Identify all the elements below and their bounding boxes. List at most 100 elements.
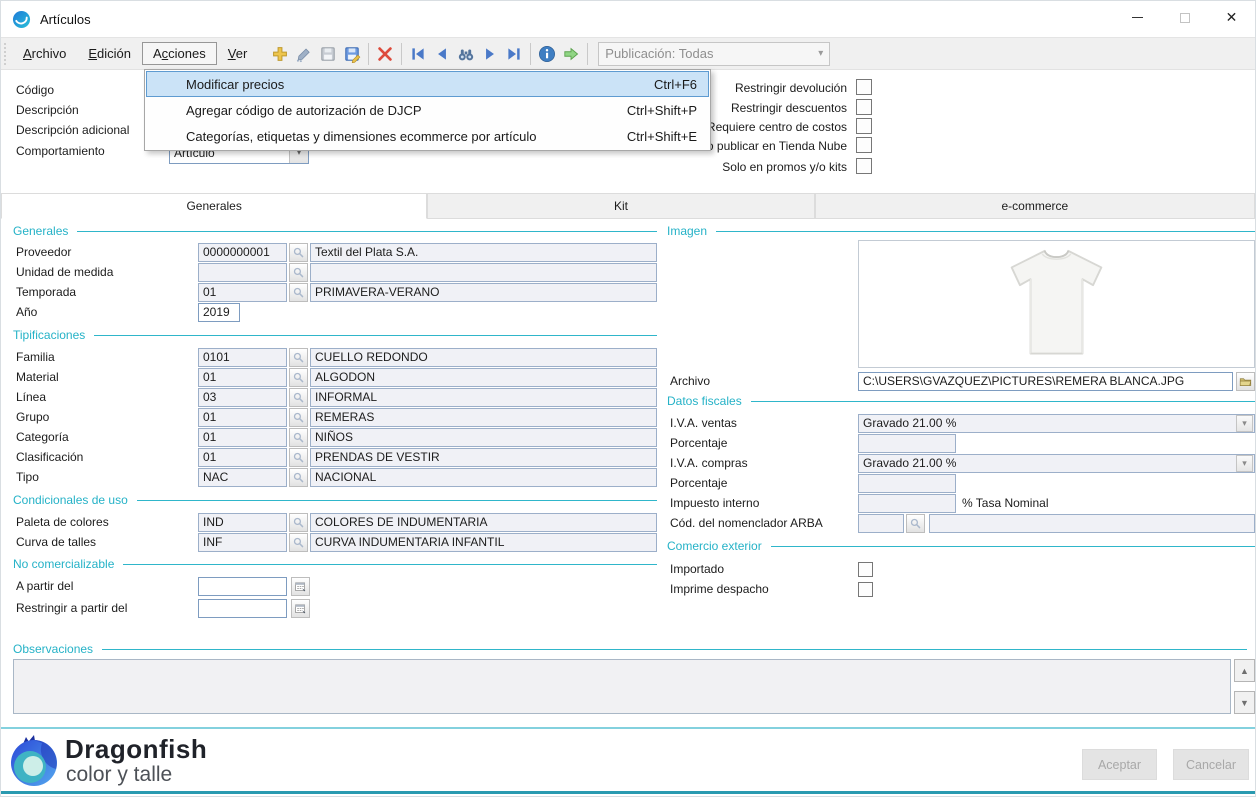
porcentaje-compras-field[interactable] [858,474,956,493]
iva-compras-combobox[interactable]: Gravado 21.00 % ▾ [858,454,1255,473]
material-desc-field[interactable]: ALGODON [310,368,657,387]
importado-checkbox[interactable] [858,562,873,577]
calendar-button[interactable] [291,577,310,596]
lookup-button[interactable] [289,243,308,262]
browse-button[interactable] [1236,372,1255,391]
observaciones-textarea[interactable] [13,659,1231,714]
tipo-code-field[interactable]: NAC [198,468,287,487]
minimize-button[interactable] [1114,1,1161,34]
lookup-button[interactable] [289,263,308,282]
proveedor-code-field[interactable]: 0000000001 [198,243,287,262]
familia-code-field[interactable]: 0101 [198,348,287,367]
lookup-button[interactable] [289,448,308,467]
menu-item-modificar-precios[interactable]: Modificar precios Ctrl+F6 [146,71,709,97]
menu-acciones[interactable]: Acciones [142,42,217,65]
requiere-centro-costos-checkbox[interactable] [856,118,872,134]
imprime-despacho-checkbox[interactable] [858,582,873,597]
temporada-code-field[interactable]: 01 [198,283,287,302]
last-record-icon[interactable] [502,42,526,66]
go-icon[interactable] [559,42,583,66]
search-icon[interactable] [454,42,478,66]
tab-kit[interactable]: Kit [427,193,814,219]
a-partir-del-field[interactable] [198,577,287,596]
archivo-field[interactable]: C:\USERS\GVAZQUEZ\PICTURES\REMERA BLANCA… [858,372,1233,391]
save-edit-icon[interactable] [340,42,364,66]
grupo-desc-field[interactable]: REMERAS [310,408,657,427]
lookup-button[interactable] [289,468,308,487]
porcentaje-ventas-field[interactable] [858,434,956,453]
lookup-button[interactable] [289,348,308,367]
clasificacion-code-field[interactable]: 01 [198,448,287,467]
lookup-button[interactable] [289,513,308,532]
menu-edicion[interactable]: Edición [77,42,142,65]
lookup-button[interactable] [906,514,925,533]
section-observaciones: Observaciones [13,642,1247,656]
dropdown-button[interactable]: ▾ [1236,415,1253,432]
scroll-down-button[interactable]: ▼ [1234,691,1255,714]
temporada-desc-field[interactable]: PRIMAVERA-VERANO [310,283,657,302]
paleta-colores-desc-field[interactable]: COLORES DE INDUMENTARIA [310,513,657,532]
restringir-descuentos-checkbox[interactable] [856,99,872,115]
unidad-medida-code-field[interactable] [198,263,287,282]
impuesto-interno-field[interactable] [858,494,956,513]
proveedor-desc-field[interactable]: Textil del Plata S.A. [310,243,657,262]
menu-archivo[interactable]: Archivo [12,42,77,65]
calendar-button[interactable] [291,599,310,618]
iva-ventas-combobox[interactable]: Gravado 21.00 % ▾ [858,414,1255,433]
codigo-label: Código [16,83,54,97]
clasificacion-desc-field[interactable]: PRENDAS DE VESTIR [310,448,657,467]
lookup-button[interactable] [289,533,308,552]
unidad-medida-desc-field[interactable] [310,263,657,282]
curva-talles-code-field[interactable]: INF [198,533,287,552]
lookup-button[interactable] [289,428,308,447]
tipo-desc-field[interactable]: NACIONAL [310,468,657,487]
categoria-code-field[interactable]: 01 [198,428,287,447]
maximize-button[interactable] [1161,1,1208,34]
first-record-icon[interactable] [406,42,430,66]
lookup-button[interactable] [289,408,308,427]
previous-record-icon[interactable] [430,42,454,66]
grupo-code-field[interactable]: 01 [198,408,287,427]
familia-desc-field[interactable]: CUELLO REDONDO [310,348,657,367]
aceptar-button[interactable]: Aceptar [1082,749,1157,780]
restringir-a-partir-del-row: Restringir a partir del [13,598,657,618]
impuesto-interno-row: Impuesto interno % Tasa Nominal [667,493,1255,513]
familia-row: Familia 0101 CUELLO REDONDO [13,347,657,367]
next-record-icon[interactable] [478,42,502,66]
linea-desc-field[interactable]: INFORMAL [310,388,657,407]
menu-item-categorias-ecommerce[interactable]: Categorías, etiquetas y dimensiones ecom… [146,123,709,149]
paleta-colores-code-field[interactable]: IND [198,513,287,532]
close-button[interactable]: ✕ [1208,1,1255,34]
linea-row: Línea 03 INFORMAL [13,387,657,407]
curva-talles-desc-field[interactable]: CURVA INDUMENTARIA INFANTIL [310,533,657,552]
lookup-button[interactable] [289,388,308,407]
save-icon[interactable] [316,42,340,66]
dropdown-button[interactable]: ▾ [1236,455,1253,472]
categoria-desc-field[interactable]: NIÑOS [310,428,657,447]
restringir-devolucion-checkbox[interactable] [856,79,872,95]
nomenclador-desc-field[interactable] [929,514,1255,533]
scroll-up-button[interactable]: ▲ [1234,659,1255,682]
anio-field[interactable]: 2019 [198,303,240,322]
nomenclador-code-field[interactable] [858,514,904,533]
material-code-field[interactable]: 01 [198,368,287,387]
info-icon[interactable] [535,42,559,66]
modify-icon[interactable] [292,42,316,66]
add-icon[interactable] [268,42,292,66]
magnifier-icon [909,517,922,530]
section-no-comercializable: No comercializable [13,557,657,571]
solo-promos-kits-checkbox[interactable] [856,158,872,174]
lookup-button[interactable] [289,368,308,387]
menu-item-agregar-codigo-djcp[interactable]: Agregar código de autorización de DJCP C… [146,97,709,123]
no-publicar-tienda-nube-checkbox[interactable] [856,137,872,153]
menu-ver[interactable]: Ver [217,42,259,65]
delete-icon[interactable] [373,42,397,66]
linea-code-field[interactable]: 03 [198,388,287,407]
restringir-a-partir-del-field[interactable] [198,599,287,618]
publicacion-combobox[interactable]: Publicación: Todas ▾ [598,42,830,66]
cancelar-button[interactable]: Cancelar [1173,749,1249,780]
tab-ecommerce[interactable]: e-commerce [815,193,1255,219]
tab-generales[interactable]: Generales [1,193,427,219]
lookup-button[interactable] [289,283,308,302]
shortcut-label: Ctrl+F6 [654,77,697,92]
